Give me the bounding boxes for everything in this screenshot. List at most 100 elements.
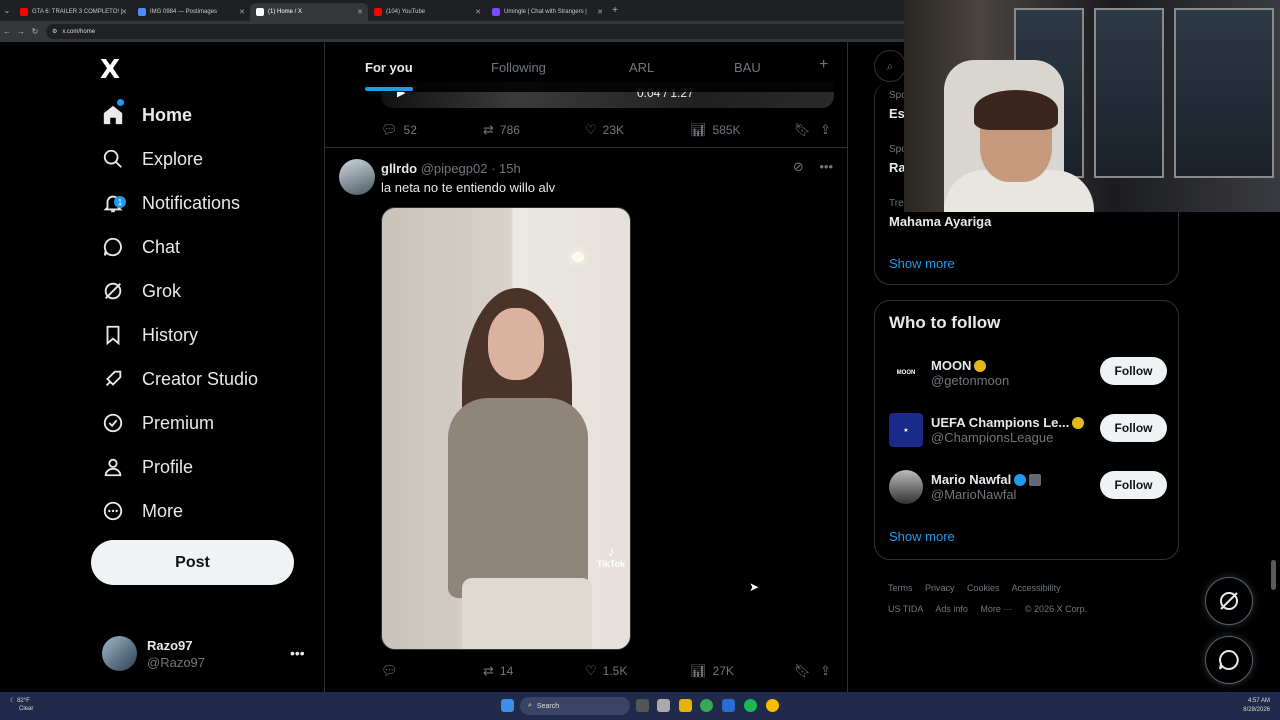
add-tab-icon[interactable]: + [819,56,828,74]
more-horizontal-icon[interactable]: ••• [290,645,305,661]
views-button[interactable]: 📊︎ 27K [690,663,734,679]
bookmark-button[interactable]: 🔖︎ [794,663,817,679]
tab-title: IMG 0984 — Postimages [150,9,218,15]
weather-widget[interactable]: ☾ 82°F Clear [10,697,33,713]
account-handle: @Razo97 [147,654,206,670]
close-icon[interactable]: ✕ [121,8,127,16]
chrome-icon[interactable] [766,699,779,712]
new-tab-icon[interactable]: + [608,5,622,16]
sidebar-item-explore[interactable]: Explore [100,139,203,179]
avatar: ★ [889,413,923,447]
close-icon[interactable]: ✕ [597,8,603,16]
follow-suggestion[interactable]: MOON MOON @getonmoon Follow [889,353,1167,393]
tab-arl[interactable]: ARL [629,60,654,75]
share-button[interactable]: ⇪ [820,122,837,138]
reply-button[interactable]: 💬︎ [381,663,404,679]
footer-link-ads-info[interactable]: Ads info [935,604,968,614]
tweet-media-video[interactable]: ♪ TikTok [381,207,631,650]
reply-icon: 💬︎ [381,663,398,678]
site-info-icon[interactable]: ⚙ [52,28,57,35]
bell-icon: 1 [100,190,126,216]
trends-show-more[interactable]: Show more [889,256,955,271]
views-button[interactable]: 📊︎ 585K [690,122,741,138]
taskbar-search[interactable]: ⌕ Search [520,697,630,715]
post-button[interactable]: Post [91,540,294,585]
tweet-author-handle[interactable]: @pipegp02 [421,161,488,176]
account-switcher[interactable]: Razo97 @Razo97 [102,636,205,671]
spotify-icon[interactable] [744,699,757,712]
sidebar-item-label: Notifications [142,192,241,213]
follow-suggestion[interactable]: Mario Nawfal @MarioNawfal Follow [889,467,1167,507]
browser-tab-youtube[interactable]: (104) YouTube ✕ [368,3,486,21]
tweet-header: gllrdo @pipegp02 · 15h [381,161,521,176]
like-button[interactable]: ♡ 1.5K [585,663,627,679]
sidebar-item-home[interactable]: Home [100,95,192,135]
sidebar-item-creator-studio[interactable]: Creator Studio [100,359,258,399]
footer-link-more[interactable]: More ··· [980,604,1012,614]
tweet-time[interactable]: · 15h [491,161,521,176]
sidebar-item-grok[interactable]: Grok [100,271,181,311]
tab-for-you[interactable]: For you [365,60,413,75]
follow-button[interactable]: Follow [1100,471,1167,499]
footer-link-privacy[interactable]: Privacy [925,583,955,593]
store-icon[interactable] [722,699,735,712]
repost-button[interactable]: ⇄ 14 [483,663,513,679]
bookmark-button[interactable]: 🔖︎ [794,122,817,138]
footer-link-cookies[interactable]: Cookies [967,583,1000,593]
media-figure-face [488,308,544,380]
footer-link-terms[interactable]: Terms [888,583,913,593]
app-icon[interactable] [657,699,670,712]
url-bar[interactable]: ⚙ x.com/home [46,24,916,39]
follow-button[interactable]: Follow [1100,414,1167,442]
sidebar-item-more[interactable]: More [100,491,183,531]
url-text: x.com/home [62,28,96,35]
scrollbar-thumb[interactable] [1271,560,1276,590]
forward-icon[interactable]: → [14,27,28,36]
left-sidebar: X Home Explore 1 Notifications Chat Grok… [0,42,324,692]
follow-button[interactable]: Follow [1100,357,1167,385]
avatar[interactable] [339,159,375,195]
sidebar-item-history[interactable]: History [100,315,198,355]
sidebar-item-premium[interactable]: Premium [100,403,214,443]
task-view-icon[interactable] [636,699,649,712]
browser-tab-x-home[interactable]: (1) Home / X ✕ [250,3,368,21]
close-icon[interactable]: ✕ [475,8,481,16]
chat-fab[interactable] [1205,636,1253,684]
taskbar-clock[interactable]: 4:57 AM 8/28/2026 [1243,697,1270,715]
tweet-author-name[interactable]: gllrdo [381,161,417,176]
trend-name[interactable]: Mahama Ayariga [889,214,991,229]
sidebar-item-notifications[interactable]: 1 Notifications [100,183,240,223]
like-button[interactable]: ♡ 23K [585,122,624,138]
bookmark-icon: 🔖︎ [794,122,811,137]
back-icon[interactable]: ← [0,27,14,36]
wtf-show-more[interactable]: Show more [889,529,955,544]
close-icon[interactable]: ✕ [357,8,363,16]
windows-start-icon[interactable] [501,699,514,712]
more-horizontal-icon[interactable]: ••• [819,159,833,174]
browser-tab-postimages[interactable]: IMG 0984 — Postimages ✕ [132,3,250,21]
sidebar-item-profile[interactable]: Profile [100,447,193,487]
share-icon: ⇪ [820,663,831,678]
grok-fab[interactable] [1205,577,1253,625]
sidebar-item-chat[interactable]: Chat [100,227,180,267]
file-explorer-icon[interactable] [679,699,692,712]
grok-icon[interactable]: ⊘ [793,159,804,174]
x-logo[interactable]: X [100,55,120,85]
youtube-icon [20,8,28,16]
reply-button[interactable]: 💬︎ 52 [381,122,417,138]
reload-icon[interactable]: ↻ [28,27,42,36]
share-button[interactable]: ⇪ [820,663,837,679]
close-icon[interactable]: ✕ [239,8,245,16]
repost-button[interactable]: ⇄ 786 [483,122,520,138]
tiktok-watermark: ♪ TikTok [597,543,625,569]
chrome-icon[interactable] [700,699,713,712]
browser-tab-umingle[interactable]: Umingle | Chat with Strangers | ✕ [486,3,608,21]
tab-bau[interactable]: BAU [734,60,761,75]
search-icon[interactable]: ⌕ [874,50,906,82]
footer-link-accessibility[interactable]: Accessibility [1012,583,1061,593]
browser-tab-gta[interactable]: GTA 6: TRAILER 3 COMPLETO! | ✕ [14,3,132,21]
tab-following[interactable]: Following [491,60,546,75]
footer-link-us-tida[interactable]: US TIDA [888,604,923,614]
follow-suggestion[interactable]: ★ UEFA Champions Le... @ChampionsLeague … [889,410,1167,450]
tab-list-icon[interactable]: ⌄ [0,6,14,15]
